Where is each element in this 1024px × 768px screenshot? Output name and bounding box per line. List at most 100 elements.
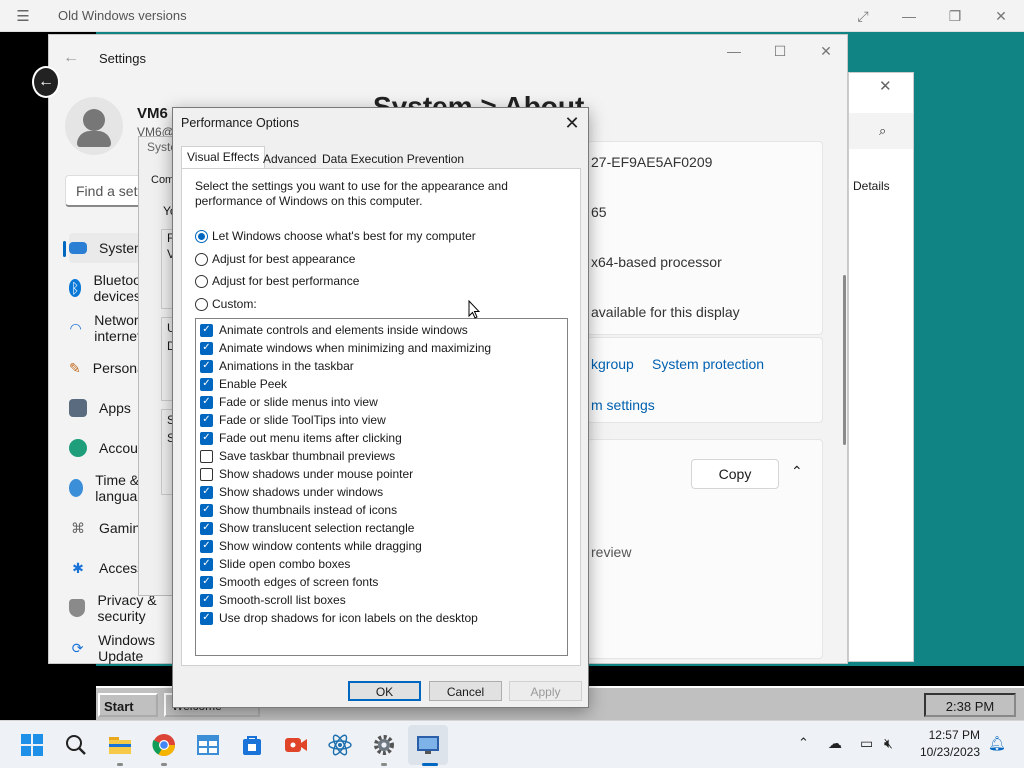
effect-checkbox-item[interactable]: ✓ Fade out menu items after clicking <box>196 429 567 447</box>
checkbox-checked[interactable]: ✓ <box>200 521 213 535</box>
effect-checkbox-item[interactable]: Save taskbar thumbnail previews <box>196 447 567 465</box>
clock-date: 10/23/2023 <box>919 745 980 759</box>
close-icon[interactable]: ✕ <box>559 112 585 134</box>
react-app-icon[interactable] <box>324 729 356 761</box>
checkbox-unchecked[interactable] <box>200 449 213 463</box>
advanced-system-settings-link[interactable]: m settings <box>591 397 655 413</box>
checkbox-checked[interactable]: ✓ <box>200 539 213 553</box>
checkbox-checked[interactable]: ✓ <box>200 377 213 391</box>
chevron-up-icon[interactable]: ⌃ <box>798 735 809 751</box>
system-protection-link[interactable]: System protection <box>652 356 764 372</box>
radio-label: Let Windows choose what's best for my co… <box>212 229 476 243</box>
apply-button[interactable]: Apply <box>509 681 582 701</box>
store-icon[interactable] <box>236 729 268 761</box>
back-arrow-icon[interactable]: ← <box>63 49 79 67</box>
remote-desktop-icon[interactable] <box>412 729 444 761</box>
bluetooth-icon: ᛒ <box>69 279 82 297</box>
radio-option[interactable]: Adjust for best appearance <box>195 251 355 267</box>
settings-title: Settings <box>99 51 146 66</box>
effect-checkbox-item[interactable]: ✓ Smooth edges of screen fonts <box>196 573 567 591</box>
effect-checkbox-item[interactable]: ✓ Show translucent selection rectangle <box>196 519 567 537</box>
effect-checkbox-item[interactable]: ✓ Show window contents while dragging <box>196 537 567 555</box>
clock-icon <box>69 479 84 497</box>
radio-option[interactable]: Let Windows choose what's best for my co… <box>195 228 476 244</box>
checkbox-checked[interactable]: ✓ <box>200 485 213 499</box>
radio-button[interactable] <box>195 252 208 266</box>
chrome-icon[interactable] <box>148 729 180 761</box>
restore-icon[interactable]: ❐ <box>940 4 970 28</box>
close-icon[interactable]: ✕ <box>879 77 892 95</box>
details-label[interactable]: Details <box>853 179 890 193</box>
close-icon[interactable]: ✕ <box>986 4 1016 28</box>
effect-checkbox-item[interactable]: ✓ Show thumbnails instead of icons <box>196 501 567 519</box>
back-circle-icon[interactable]: ← <box>32 66 60 98</box>
checkbox-checked[interactable]: ✓ <box>200 431 213 445</box>
maximize-icon[interactable]: ☐ <box>765 39 795 63</box>
checkbox-checked[interactable]: ✓ <box>200 395 213 409</box>
effect-checkbox-item[interactable]: ✓ Use drop shadows for icon labels on the… <box>196 609 567 627</box>
chevron-up-icon[interactable]: ⌃ <box>791 463 803 480</box>
windows-start-icon[interactable] <box>16 729 48 761</box>
checkbox-checked[interactable]: ✓ <box>200 341 213 355</box>
effect-checkbox-item[interactable]: ✓ Slide open combo boxes <box>196 555 567 573</box>
taskbar-clock[interactable]: 12:57 PM 10/23/2023 <box>910 727 980 761</box>
radio-option[interactable]: Custom: <box>195 296 257 312</box>
tab-advanced[interactable]: Advanced <box>257 148 322 168</box>
settings-gear-icon[interactable] <box>368 729 400 761</box>
checkbox-label: Slide open combo boxes <box>219 557 351 571</box>
intro-text: Select the settings you want to use for … <box>195 179 508 208</box>
search-icon[interactable]: ⌕ <box>879 123 886 139</box>
windows-app-icon[interactable] <box>192 729 224 761</box>
effect-checkbox-item[interactable]: ✓ Show shadows under windows <box>196 483 567 501</box>
win98-start-button[interactable]: Start <box>98 693 158 717</box>
effect-checkbox-item[interactable]: ✓ Fade or slide ToolTips into view <box>196 411 567 429</box>
domain-workgroup-link[interactable]: kgroup <box>591 356 634 372</box>
search-area: ⌕ <box>849 113 913 149</box>
clock-time: 12:57 PM <box>928 728 980 742</box>
close-icon[interactable]: ✕ <box>811 39 841 63</box>
nav-selection-indicator <box>63 241 66 257</box>
effect-checkbox-item[interactable]: ✓ Animations in the taskbar <box>196 357 567 375</box>
radio-option[interactable]: Adjust for best performance <box>195 273 359 289</box>
notification-bell-icon[interactable]: 🔔︎ <box>988 735 1006 752</box>
computer-name-tab[interactable]: Com <box>151 174 174 186</box>
ok-button[interactable]: OK <box>348 681 421 701</box>
pen-touch-value: available for this display <box>591 304 740 320</box>
onedrive-icon[interactable]: ☁ <box>828 735 842 752</box>
device-id-value: 27-EF9AE5AF0209 <box>591 154 713 170</box>
scrollbar-thumb[interactable] <box>843 275 846 445</box>
search-icon[interactable] <box>60 729 92 761</box>
effect-checkbox-item[interactable]: ✓ Enable Peek <box>196 375 567 393</box>
effect-checkbox-item[interactable]: ✓ Animate windows when minimizing and max… <box>196 339 567 357</box>
checkbox-checked[interactable]: ✓ <box>200 593 213 607</box>
copy-button[interactable]: Copy <box>691 459 779 489</box>
effect-checkbox-item[interactable]: ✓ Smooth-scroll list boxes <box>196 591 567 609</box>
radio-button[interactable] <box>195 229 208 243</box>
effect-checkbox-item[interactable]: ✓ Animate controls and elements inside wi… <box>196 321 567 339</box>
volume-muted-icon[interactable]: 🔇︎ <box>884 735 893 752</box>
effect-checkbox-item[interactable]: ✓ Fade or slide menus into view <box>196 393 567 411</box>
cancel-button[interactable]: Cancel <box>429 681 502 701</box>
minimize-icon[interactable]: — <box>894 4 924 28</box>
checkbox-checked[interactable]: ✓ <box>200 359 213 373</box>
checkbox-checked[interactable]: ✓ <box>200 503 213 517</box>
checkbox-checked[interactable]: ✓ <box>200 413 213 427</box>
checkbox-label: Fade or slide ToolTips into view <box>219 413 386 427</box>
radio-button[interactable] <box>195 274 208 288</box>
checkbox-checked[interactable]: ✓ <box>200 323 213 337</box>
camera-icon[interactable] <box>280 729 312 761</box>
tab-data-execution-prevention[interactable]: Data Execution Prevention <box>316 148 470 168</box>
tab-visual-effects[interactable]: Visual Effects <box>181 146 266 169</box>
file-explorer-icon[interactable] <box>104 729 136 761</box>
expand-icon[interactable]: ⤢ <box>848 4 878 28</box>
checkbox-checked[interactable]: ✓ <box>200 575 213 589</box>
minimize-icon[interactable]: — <box>719 39 749 63</box>
effect-checkbox-item[interactable]: Show shadows under mouse pointer <box>196 465 567 483</box>
checkbox-checked[interactable]: ✓ <box>200 557 213 571</box>
checkbox-checked[interactable]: ✓ <box>200 611 213 625</box>
checkbox-unchecked[interactable] <box>200 467 213 481</box>
effects-listbox[interactable]: ✓ Animate controls and elements inside wi… <box>195 318 568 656</box>
hamburger-menu-icon[interactable]: ☰ <box>12 6 34 26</box>
network-icon[interactable]: ▭ <box>860 735 873 752</box>
radio-button[interactable] <box>195 297 208 311</box>
